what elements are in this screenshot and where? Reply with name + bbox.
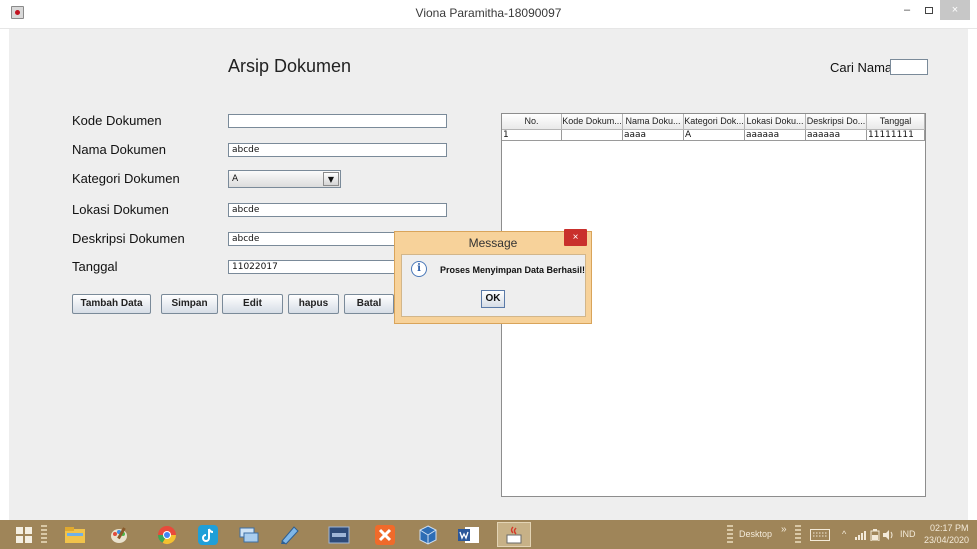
windows-start-icon[interactable] xyxy=(12,523,36,546)
java-app-taskbar-icon[interactable] xyxy=(501,523,527,546)
search-input[interactable] xyxy=(890,59,928,75)
tambah-data-button[interactable]: Tambah Data xyxy=(72,294,151,314)
edit-button[interactable]: Edit xyxy=(222,294,283,314)
note-icon[interactable] xyxy=(275,523,305,546)
tray-caret-icon[interactable]: ^ xyxy=(842,529,846,539)
batal-button[interactable]: Batal xyxy=(344,294,394,314)
taskbar-separator xyxy=(795,525,801,545)
dialog-title: Message xyxy=(468,236,518,250)
simpan-button[interactable]: Simpan xyxy=(161,294,218,314)
table-header-kategori[interactable]: Kategori Dok... xyxy=(684,114,745,130)
window-title: Viona Paramitha-18090097 xyxy=(415,6,562,20)
table-cell-deskripsi[interactable]: aaaaaa xyxy=(806,130,867,141)
chevron-down-icon[interactable]: ▼ xyxy=(323,172,339,186)
page-title: Arsip Dokumen xyxy=(228,56,352,76)
kategori-dokumen-select[interactable]: A ▼ xyxy=(228,170,341,188)
chevron-right-icon[interactable]: » xyxy=(781,524,787,535)
table-header-deskripsi[interactable]: Deskripsi Do... xyxy=(806,114,867,130)
maximize-icon xyxy=(925,6,933,14)
volume-icon[interactable] xyxy=(882,523,896,546)
minimize-button[interactable]: – xyxy=(896,0,918,20)
clock-date[interactable]: 23/04/2020 xyxy=(924,535,969,545)
clock-time[interactable]: 02:17 PM xyxy=(930,523,969,533)
kode-dokumen-input[interactable] xyxy=(228,114,447,128)
search-label: Cari Nama xyxy=(830,60,893,75)
virtualbox-icon[interactable] xyxy=(413,523,443,546)
window-close-button[interactable]: × xyxy=(940,0,970,20)
nama-dokumen-input[interactable]: abcde xyxy=(228,143,447,157)
tanggal-label: Tanggal xyxy=(72,259,118,274)
dialog-close-button[interactable]: × xyxy=(564,229,587,246)
desktop-toolbar-label[interactable]: Desktop xyxy=(739,529,772,539)
hapus-button[interactable]: hapus xyxy=(288,294,339,314)
table-header-tanggal[interactable]: Tanggal xyxy=(867,114,925,130)
table-header-nama[interactable]: Nama Doku... xyxy=(623,114,684,130)
maximize-button[interactable] xyxy=(918,0,940,20)
lokasi-dokumen-input[interactable]: abcde xyxy=(228,203,447,217)
kategori-selected-value: A xyxy=(232,174,239,184)
word-icon[interactable] xyxy=(454,523,484,546)
taskbar-separator xyxy=(727,525,733,545)
title-bar: Viona Paramitha-18090097 – × xyxy=(0,0,977,29)
table-cell-tanggal[interactable]: 11111111 xyxy=(867,130,925,141)
file-explorer-icon[interactable] xyxy=(60,523,90,546)
battery-icon[interactable] xyxy=(868,523,882,546)
network-icon[interactable] xyxy=(234,523,264,546)
paint-icon[interactable] xyxy=(104,523,134,546)
table-header-no[interactable]: No. xyxy=(502,114,562,130)
lokasi-dokumen-label: Lokasi Dokumen xyxy=(72,202,169,217)
table-cell-kode[interactable] xyxy=(562,130,623,141)
table-cell-kategori[interactable]: A xyxy=(684,130,745,141)
language-indicator[interactable]: IND xyxy=(900,529,916,539)
wifi-signal-icon[interactable] xyxy=(854,523,868,546)
taskbar: Desktop » ^ IND 02:17 PM 23/04/2020 xyxy=(0,520,977,549)
table-cell-no[interactable]: 1 xyxy=(502,130,562,141)
nama-dokumen-label: Nama Dokumen xyxy=(72,142,166,157)
table-cell-nama[interactable]: aaaa xyxy=(623,130,684,141)
ok-button[interactable]: OK xyxy=(481,290,505,308)
keyboard-icon[interactable] xyxy=(808,523,832,546)
tiktok-icon[interactable] xyxy=(193,523,223,546)
taskbar-separator xyxy=(41,525,47,545)
table-header-kode[interactable]: Kode Dokum... xyxy=(562,114,623,130)
sql-icon[interactable] xyxy=(324,523,354,546)
kategori-dokumen-label: Kategori Dokumen xyxy=(72,171,180,186)
deskripsi-dokumen-label: Deskripsi Dokumen xyxy=(72,231,185,246)
dialog-message: Proses Menyimpan Data Berhasil! xyxy=(440,265,586,275)
xampp-icon[interactable] xyxy=(370,523,400,546)
table-cell-lokasi[interactable]: aaaaaa xyxy=(745,130,806,141)
info-icon: i xyxy=(411,261,427,277)
table-header-lokasi[interactable]: Lokasi Doku... xyxy=(745,114,806,130)
kode-dokumen-label: Kode Dokumen xyxy=(72,113,162,128)
chrome-icon[interactable] xyxy=(152,523,182,546)
